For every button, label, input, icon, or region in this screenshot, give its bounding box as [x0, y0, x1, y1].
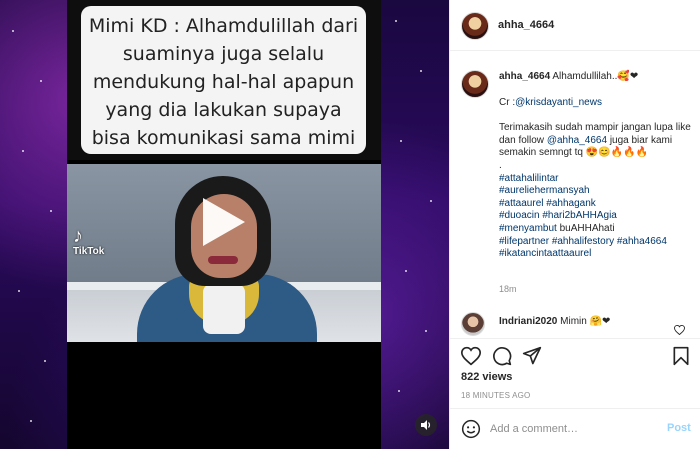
header-username[interactable]: ahha_4664 — [498, 19, 554, 31]
comment-username[interactable]: Indriani2020 — [499, 316, 557, 327]
video-player[interactable]: Mimi KD : Alhamdulillah dari suaminya ju… — [67, 0, 381, 449]
heart-icon[interactable] — [460, 346, 482, 366]
caption-line: Alhamdullilah..🥰❤ — [552, 71, 639, 82]
view-count[interactable]: 822 views — [461, 371, 512, 383]
video-letterbox — [67, 342, 381, 449]
paper-plane-icon[interactable] — [522, 346, 542, 366]
hashtag-link[interactable]: #ahhagank — [546, 198, 596, 209]
caption-time[interactable]: 18m — [499, 284, 517, 294]
comment-icon[interactable] — [492, 346, 512, 366]
hashtag-link[interactable]: #ikatancintaattaaurel — [499, 248, 591, 259]
tiktok-icon: ♪ — [73, 225, 83, 247]
hashtag-link[interactable]: #ahhalifestory — [552, 236, 614, 247]
comment-input[interactable] — [490, 420, 660, 438]
credit-prefix: Cr : — [499, 96, 516, 108]
post-media: Mimi KD : Alhamdulillah dari suaminya ju… — [0, 0, 449, 449]
caption-word: buAHHAhati — [559, 222, 615, 234]
post-sidebar: ahha_4664 ahha_4664 Alhamdullilah..🥰❤ Cr… — [449, 0, 700, 449]
hashtag-link[interactable]: #attaaurel — [499, 198, 543, 209]
caption-username[interactable]: ahha_4664 — [499, 71, 550, 82]
comment-composer: Post — [450, 408, 700, 449]
hashtag-link[interactable]: #ahha4664 — [617, 236, 667, 247]
avatar[interactable] — [461, 12, 489, 40]
video-caption-panel: Mimi KD : Alhamdulillah dari suaminya ju… — [67, 0, 381, 160]
video-frame: ♪ TikTok — [67, 164, 381, 342]
credit-handle-link[interactable]: @krisdayanti_news — [515, 97, 602, 108]
hashtag-link[interactable]: #duoacin — [499, 210, 540, 221]
hashtag-link[interactable]: #attahalilintar — [499, 173, 558, 184]
play-icon[interactable] — [197, 196, 247, 248]
hashtag-link[interactable]: #aureliehermansyah — [499, 185, 590, 196]
video-caption-text: Mimi KD : Alhamdulillah dari suaminya ju… — [81, 6, 366, 154]
smiley-icon[interactable] — [461, 419, 481, 439]
hashtag-link[interactable]: #menyambut — [499, 223, 557, 234]
hashtag-link[interactable]: #hari2bAHHAgia — [542, 210, 617, 221]
hashtag-link[interactable]: #lifepartner — [499, 236, 549, 247]
caption-dot: . — [499, 159, 502, 171]
heart-icon[interactable] — [674, 322, 685, 338]
bookmark-icon[interactable] — [671, 346, 691, 366]
post-timestamp[interactable]: 18 MINUTES AGO — [461, 391, 530, 400]
comment-text: Indriani2020 Mimin 🤗❤ — [499, 316, 610, 327]
follow-handle-link[interactable]: @ahha_4664 — [547, 135, 607, 146]
action-bar: 822 views 18 MINUTES AGO — [450, 338, 700, 408]
tiktok-watermark: ♪ TikTok — [73, 225, 105, 257]
list-item: Indriani2020 Mimin 🤗❤ — [450, 310, 700, 336]
comment-body: Mimin 🤗❤ — [560, 316, 611, 327]
post-caption: ahha_4664 Alhamdullilah..🥰❤ Cr :@krisday… — [499, 71, 695, 261]
avatar[interactable] — [461, 312, 485, 336]
post-button[interactable]: Post — [667, 422, 691, 434]
speaker-icon[interactable] — [415, 414, 437, 436]
avatar[interactable] — [461, 70, 489, 98]
post-header: ahha_4664 — [450, 0, 700, 51]
comments-area[interactable]: ahha_4664 Alhamdullilah..🥰❤ Cr :@krisday… — [450, 52, 700, 338]
